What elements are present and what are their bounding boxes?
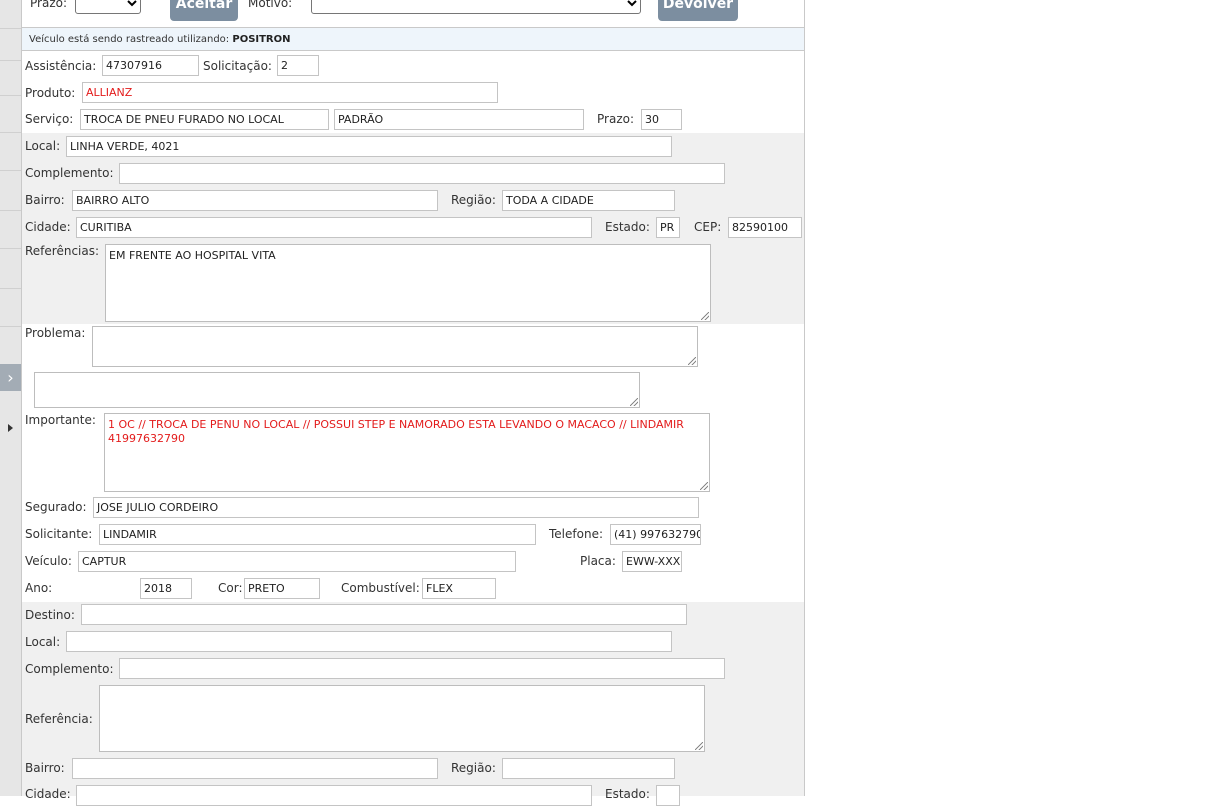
expand-sidebar-button[interactable]: › xyxy=(0,364,21,391)
destino-complemento-field[interactable] xyxy=(119,658,725,679)
rail-divider xyxy=(0,288,21,289)
cor-label: Cor: xyxy=(218,581,243,595)
servico-field[interactable]: TROCA DE PNEU FURADO NO LOCAL xyxy=(80,109,329,130)
motivo-select[interactable] xyxy=(311,0,641,14)
tracking-info: Veículo está sendo rastreado utilizando:… xyxy=(22,28,804,51)
local-label: Local: xyxy=(25,139,61,153)
service-panel: Prazo: Aceitar Motivo: Devolver Veículo … xyxy=(22,0,805,806)
devolver-button[interactable]: Devolver xyxy=(658,0,738,21)
complemento-label: Complemento: xyxy=(25,166,114,180)
notes-textarea[interactable] xyxy=(34,372,640,408)
bairro-label: Bairro: xyxy=(25,193,65,207)
prazo-field-label: Prazo: xyxy=(597,112,634,126)
destino-referencia-textarea[interactable] xyxy=(99,685,705,752)
solicitante-field[interactable]: LINDAMIR xyxy=(99,524,536,545)
resize-grip-icon[interactable] xyxy=(701,312,709,320)
referencias-textarea[interactable]: EM FRENTE AO HOSPITAL VITA xyxy=(105,244,711,322)
cidade-label: Cidade: xyxy=(25,220,71,234)
left-rail: › xyxy=(0,0,22,796)
rail-divider xyxy=(0,210,21,211)
local-field[interactable]: LINHA VERDE, 4021 xyxy=(66,136,672,157)
segurado-label: Segurado: xyxy=(25,500,87,514)
assistencia-field[interactable]: 47307916 xyxy=(102,55,199,76)
destino-regiao-field[interactable] xyxy=(502,758,675,779)
telefone-field[interactable]: (41) 997632790 xyxy=(610,524,701,545)
produto-field[interactable]: ALLIANZ xyxy=(82,82,498,103)
estado-label: Estado: xyxy=(605,220,650,234)
solicitacao-label: Solicitação: xyxy=(203,59,272,73)
destino-referencia-label: Referência: xyxy=(25,712,93,726)
placa-label: Placa: xyxy=(580,554,616,568)
prazo-label: Prazo: xyxy=(30,0,67,10)
rail-divider xyxy=(0,132,21,133)
cep-field[interactable]: 82590100 xyxy=(728,217,802,238)
aceitar-button[interactable]: Aceitar xyxy=(170,0,238,21)
resize-grip-icon[interactable] xyxy=(630,398,638,406)
cidade-field[interactable]: CURITIBA xyxy=(76,217,592,238)
action-bar: Prazo: Aceitar Motivo: Devolver xyxy=(22,0,804,28)
importante-label: Importante: xyxy=(25,413,96,427)
ano-field[interactable]: 2018 xyxy=(140,578,192,599)
produto-label: Produto: xyxy=(25,86,76,100)
placa-field[interactable]: EWW-XXX xyxy=(622,551,682,572)
complemento-field[interactable] xyxy=(119,163,725,184)
destino-cidade-label: Cidade: xyxy=(25,787,71,801)
assistencia-label: Assistência: xyxy=(25,59,97,73)
tracking-provider: POSITRON xyxy=(232,34,291,45)
cep-label: CEP: xyxy=(694,220,722,234)
combustivel-label: Combustível: xyxy=(341,581,420,595)
cor-field[interactable]: PRETO xyxy=(244,578,320,599)
referencias-text: EM FRENTE AO HOSPITAL VITA xyxy=(109,249,276,262)
referencias-label: Referências: xyxy=(25,244,100,258)
caret-right-icon[interactable] xyxy=(8,424,13,432)
solicitacao-field[interactable]: 2 xyxy=(277,55,319,76)
servico-label: Serviço: xyxy=(25,112,74,126)
servico-tipo-field[interactable]: PADRÃO xyxy=(334,109,584,130)
destino-estado-label: Estado: xyxy=(605,787,650,801)
chevron-right-icon: › xyxy=(7,368,14,387)
destino-complemento-label: Complemento: xyxy=(25,662,114,676)
destino-local-label: Local: xyxy=(25,635,61,649)
resize-grip-icon[interactable] xyxy=(695,742,703,750)
prazo-field[interactable]: 30 xyxy=(641,109,682,130)
destino-bairro-field[interactable] xyxy=(72,758,438,779)
tracking-text: Veículo está sendo rastreado utilizando: xyxy=(29,34,230,45)
regiao-label: Região: xyxy=(451,193,496,207)
rail-divider xyxy=(0,248,21,249)
solicitante-label: Solicitante: xyxy=(25,527,93,541)
motivo-label: Motivo: xyxy=(248,0,293,10)
telefone-label: Telefone: xyxy=(549,527,603,541)
importante-textarea[interactable]: 1 OC // TROCA DE PENU NO LOCAL // POSSUI… xyxy=(104,413,710,492)
resize-grip-icon[interactable] xyxy=(688,357,696,365)
regiao-field[interactable]: TODA A CIDADE xyxy=(502,190,675,211)
resize-grip-icon[interactable] xyxy=(700,482,708,490)
combustivel-field[interactable]: FLEX xyxy=(422,578,496,599)
destino-field[interactable] xyxy=(81,604,687,625)
rail-divider xyxy=(0,60,21,61)
destino-local-field[interactable] xyxy=(66,631,672,652)
rail-divider xyxy=(0,326,21,327)
importante-text: 1 OC // TROCA DE PENU NO LOCAL // POSSUI… xyxy=(108,418,684,445)
destino-bairro-label: Bairro: xyxy=(25,761,65,775)
ano-label: Ano: xyxy=(25,581,53,595)
prazo-select[interactable] xyxy=(75,0,141,14)
problema-label: Problema: xyxy=(25,326,86,340)
rail-divider xyxy=(0,28,21,29)
destino-regiao-label: Região: xyxy=(451,761,496,775)
segurado-field[interactable]: JOSE JULIO CORDEIRO xyxy=(93,497,699,518)
bairro-field[interactable]: BAIRRO ALTO xyxy=(72,190,438,211)
rail-divider xyxy=(0,95,21,96)
estado-field[interactable]: PR xyxy=(656,217,680,238)
rail-divider xyxy=(0,170,21,171)
veiculo-field[interactable]: CAPTUR xyxy=(78,551,516,572)
problema-textarea[interactable] xyxy=(92,326,698,367)
destino-label: Destino: xyxy=(25,608,75,622)
veiculo-label: Veículo: xyxy=(25,554,72,568)
